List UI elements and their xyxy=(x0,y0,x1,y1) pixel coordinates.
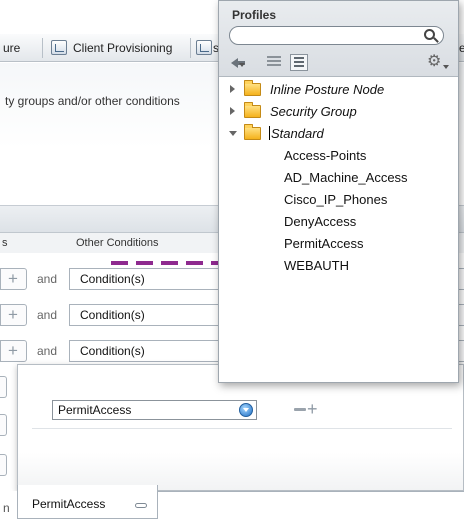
tree-item-access-points[interactable]: Access-Points xyxy=(219,144,458,166)
profiles-panel: Profiles ⚙ Inline Posture Node Security … xyxy=(218,0,459,383)
tree-item-deny-access[interactable]: DenyAccess xyxy=(219,210,458,232)
tree-item-label: Security Group xyxy=(270,104,357,119)
divider xyxy=(32,428,452,429)
folder-icon xyxy=(244,80,261,96)
and-label: and xyxy=(37,308,58,322)
condition-field[interactable]: Condition(s) xyxy=(69,304,229,326)
tree-item-inline-posture-node[interactable]: Inline Posture Node xyxy=(219,78,458,100)
chevron-down-icon[interactable] xyxy=(443,65,449,69)
permission-tab[interactable]: PermitAccess xyxy=(17,485,158,519)
remove-permission-button[interactable] xyxy=(294,408,306,411)
tree-item-label: WEBAUTH xyxy=(284,258,349,273)
chevron-down-icon[interactable] xyxy=(239,63,245,67)
plus-icon: + xyxy=(8,341,18,360)
bottom-text-fragment: n xyxy=(3,501,10,515)
add-condition-button[interactable]: + xyxy=(0,304,27,326)
expand-arrow-icon[interactable] xyxy=(230,85,235,93)
gear-icon[interactable]: ⚙ xyxy=(427,51,441,71)
collapse-arrow-icon[interactable] xyxy=(229,131,237,136)
nav-tab-label: Client Provisioning xyxy=(73,41,173,55)
search-icon[interactable] xyxy=(424,29,435,40)
tree-item-cisco-ip-phones[interactable]: Cisco_IP_Phones xyxy=(219,188,458,210)
column-header-fragment: s xyxy=(2,237,8,249)
tree-item-ad-machine-access[interactable]: AD_Machine_Access xyxy=(219,166,458,188)
row-action-button[interactable] xyxy=(0,376,7,398)
row-action-button[interactable] xyxy=(0,414,7,436)
nav-tab-fragment-far-right[interactable]: er xyxy=(459,41,464,55)
nav-separator xyxy=(42,38,43,58)
folder-icon xyxy=(244,102,261,118)
plus-icon: + xyxy=(8,269,18,288)
plus-icon: + xyxy=(8,305,18,324)
tree-item-label: Standard xyxy=(271,126,324,141)
permission-popup: PermitAccess + xyxy=(17,364,464,491)
nav-tab-icon-partial[interactable] xyxy=(196,40,212,55)
expand-arrow-icon[interactable] xyxy=(230,107,235,115)
chevron-down-icon[interactable] xyxy=(239,403,253,417)
and-label: and xyxy=(37,344,58,358)
folder-icon xyxy=(244,124,261,140)
profiles-header: Profiles ⚙ xyxy=(219,1,458,77)
tree-item-label: DenyAccess xyxy=(284,214,357,229)
tree-item-label: Inline Posture Node xyxy=(270,82,385,97)
tree-item-label: Access-Points xyxy=(284,148,367,163)
add-condition-button[interactable]: + xyxy=(0,340,27,362)
and-label: and xyxy=(37,272,58,286)
nav-separator xyxy=(190,38,191,58)
condition-field[interactable]: Condition(s) xyxy=(69,340,229,362)
add-condition-button[interactable]: + xyxy=(0,268,27,290)
tree-view-icon[interactable] xyxy=(290,54,308,71)
text-cursor xyxy=(269,126,270,140)
nav-tab-fragment-left[interactable]: ure xyxy=(3,41,20,55)
tree-item-standard[interactable]: Standard xyxy=(219,122,458,144)
permission-select-value: PermitAccess xyxy=(58,403,132,417)
profiles-search-input[interactable] xyxy=(229,26,444,45)
list-view-icon[interactable] xyxy=(267,56,281,68)
column-header-other-conditions: Other Conditions xyxy=(76,237,159,249)
tree-item-label: Cisco_IP_Phones xyxy=(284,192,388,207)
add-permission-button[interactable]: + xyxy=(307,400,318,418)
condition-field[interactable]: Condition(s) xyxy=(69,268,229,290)
tree-item-webauth[interactable]: WEBAUTH xyxy=(219,254,458,276)
collapse-icon[interactable] xyxy=(135,503,147,508)
tree-item-permit-access[interactable]: PermitAccess xyxy=(219,232,458,254)
description-text: ty groups and/or other conditions xyxy=(5,94,180,108)
tree-item-label: AD_Machine_Access xyxy=(284,170,408,185)
permission-select[interactable]: PermitAccess xyxy=(52,400,257,420)
row-action-button[interactable] xyxy=(0,454,7,476)
divider xyxy=(157,491,464,492)
profiles-title: Profiles xyxy=(232,8,277,22)
permission-tab-label: PermitAccess xyxy=(32,497,106,511)
tree-item-security-group[interactable]: Security Group xyxy=(219,100,458,122)
client-provisioning-icon xyxy=(51,40,67,55)
tree-item-label: PermitAccess xyxy=(284,236,364,251)
